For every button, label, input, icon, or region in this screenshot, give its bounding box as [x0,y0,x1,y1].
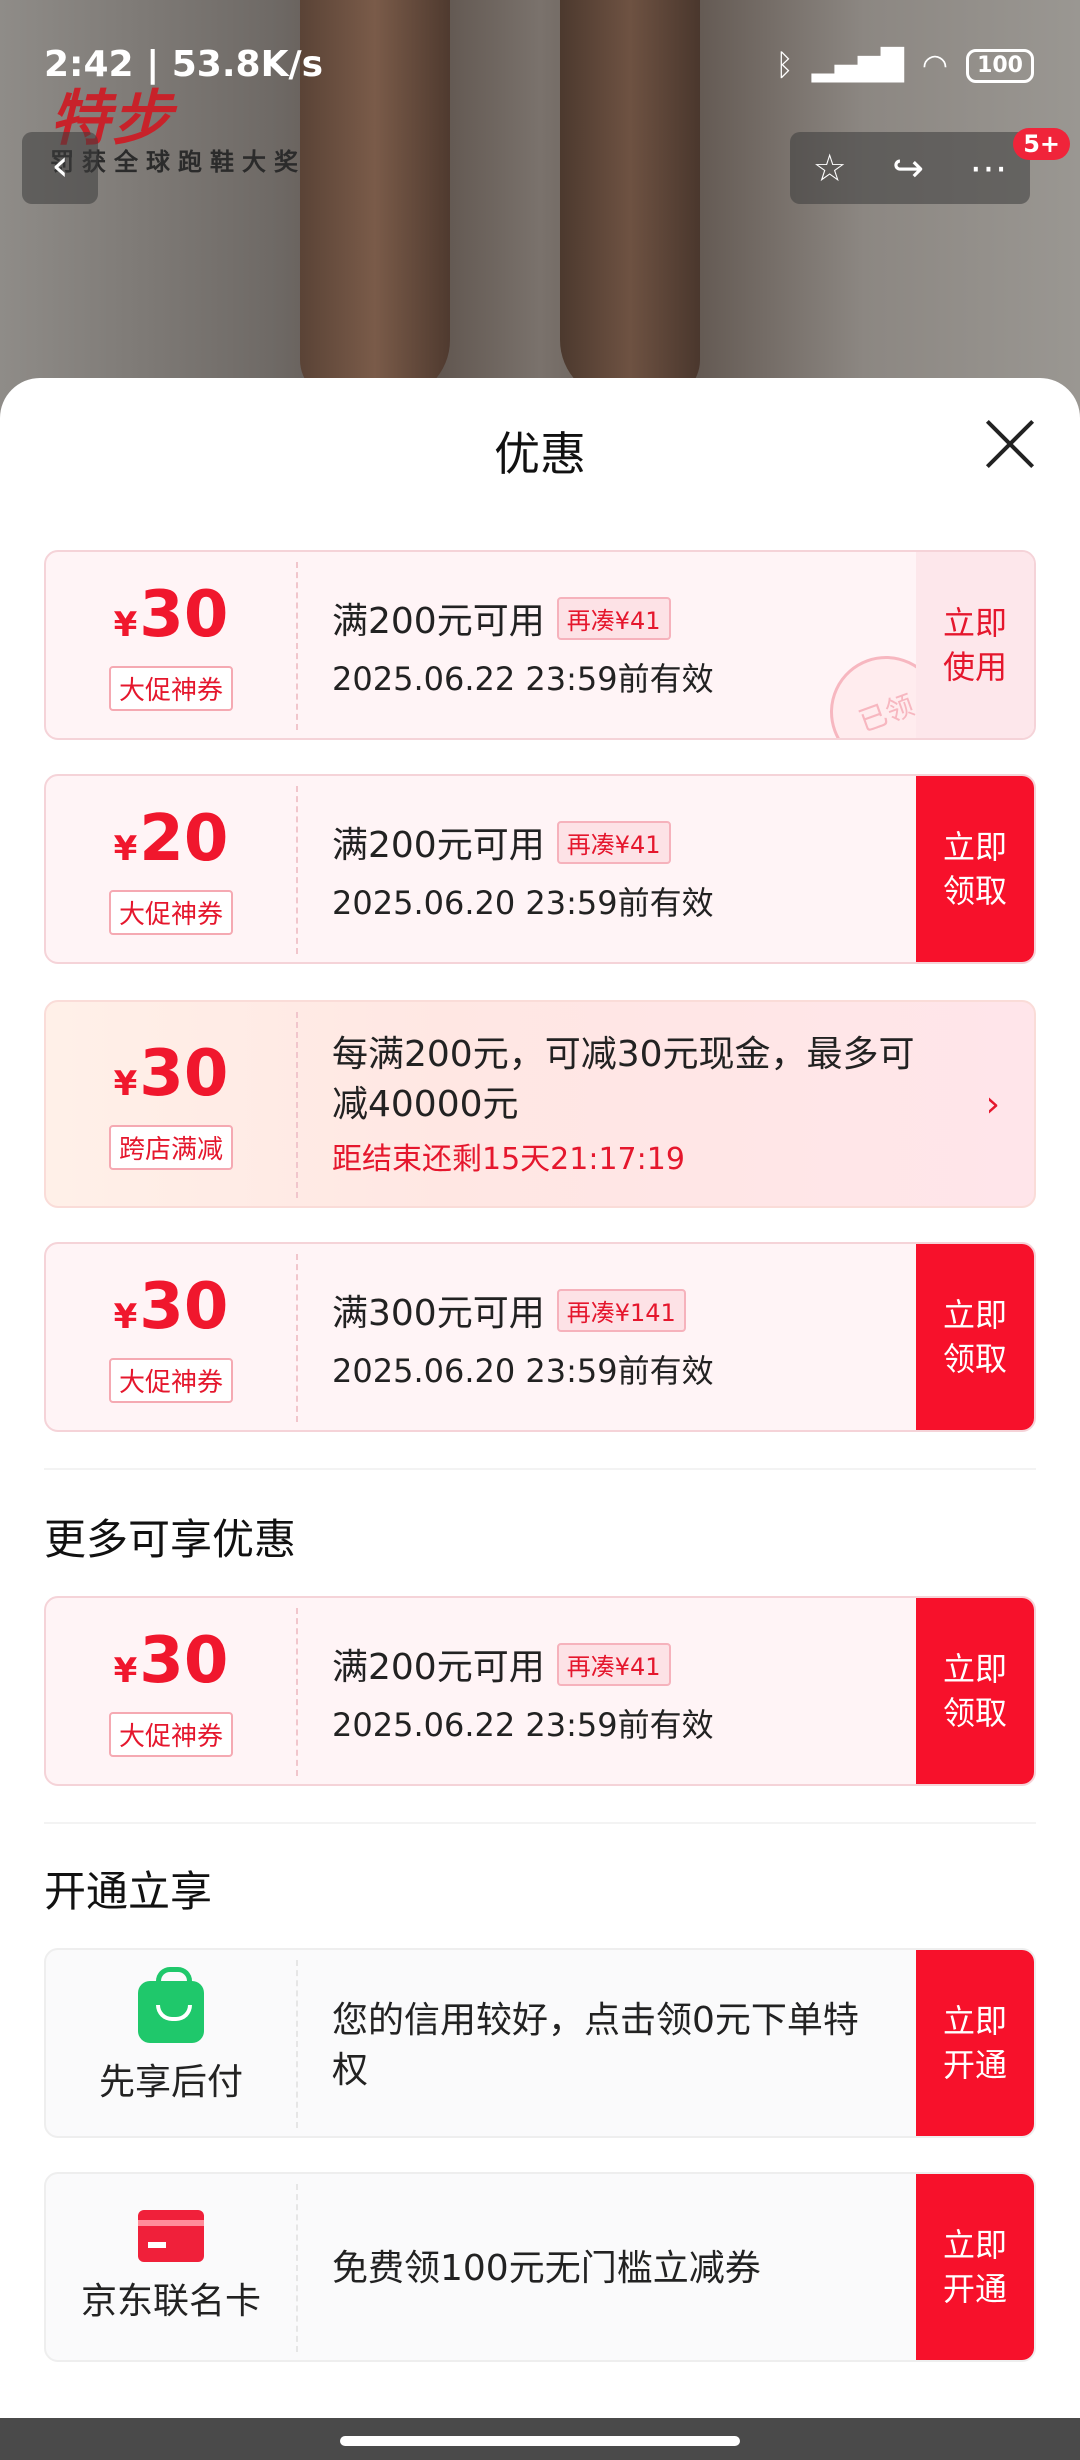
coupon-divider [296,786,298,954]
coupon-divider [296,1608,298,1776]
coupon-tag: 大促神券 [108,889,233,935]
coupon-amount: ¥30 [113,1623,229,1698]
claim-button[interactable]: 立即 领取 [916,1598,1034,1784]
top-action-bar: ☆ ↪ ⋯ [790,132,1030,204]
coupon-expire: 2025.06.22 23:59前有效 [332,660,714,698]
add-more-tag: 再凑¥41 [556,820,671,864]
coupon-amount: ¥20 [113,801,229,876]
coupon-amount: ¥30 [113,1036,229,1111]
service-card-pay-later: 先享后付 您的信用较好，点击领0元下单特权 立即 开通 [44,1948,1036,2138]
coupon-info: 满200元可用 再凑¥41 2025.06.22 23:59前有效 [332,592,904,700]
coupon-amount: ¥30 [113,577,229,652]
chevron-left-icon: ‹ [51,140,69,191]
coupon-info: 满200元可用 再凑¥41 2025.06.22 23:59前有效 [332,1638,904,1746]
signal-icon: ▂▄▆█ [811,48,904,83]
coupon-sheet: 优惠 ¥30 大促神券 满200元可用 再凑¥41 2025.06.22 23:5… [0,378,1080,2418]
service-label: 京东联名卡 [80,2281,261,2322]
sheet-title: 优惠 [494,427,586,481]
back-button[interactable]: ‹ [22,132,98,204]
coupon-tag: 大促神券 [108,1711,233,1757]
battery-icon: 100 [966,48,1034,83]
coupon-expire: 2025.06.20 23:59前有效 [332,884,714,922]
coupon-value: ¥20 大促神券 [46,776,296,962]
coupon-tag: 大促神券 [108,1357,233,1403]
coupon-tag: 跨店满减 [108,1124,233,1170]
message-badge: 5+ [1013,128,1070,160]
coupon-info: 满200元可用 再凑¥41 2025.06.20 23:59前有效 [332,816,904,924]
coupon-card: ¥30 大促神券 满300元可用 再凑¥141 2025.06.20 23:59前… [44,1242,1036,1432]
wifi-icon: ◠ [921,48,949,83]
close-icon[interactable] [984,418,1036,470]
section-title-more-offers: 更多可享优惠 [44,1515,297,1564]
coupon-condition: 满300元可用 [332,1293,545,1334]
section-title-open-benefits: 开通立享 [44,1867,213,1916]
claim-button[interactable]: 立即 领取 [916,776,1034,962]
credit-card-icon [138,2210,204,2262]
shopping-bag-icon [138,1967,204,2043]
coupon-expire: 2025.06.20 23:59前有效 [332,1352,714,1390]
status-bar: 2:42 | 53.8K/s ᛒ ▂▄▆█ ◠ 100 [0,0,1080,130]
coupon-condition: 满200元可用 [332,1647,545,1688]
service-label: 先享后付 [98,2062,243,2103]
divider [44,1822,1036,1824]
use-now-button[interactable]: 立即 使用 [916,552,1034,738]
claim-button[interactable]: 立即 领取 [916,1244,1034,1430]
share-icon[interactable]: ↪ [892,146,924,190]
cross-store-discount-card[interactable]: ¥30 跨店满减 每满200元，可减30元现金，最多可减40000元 距结束还剩… [44,1000,1036,1208]
activate-button[interactable]: 立即 开通 [916,2174,1034,2360]
status-icons: ᛒ ▂▄▆█ ◠ 100 [776,48,1034,83]
coupon-card: ¥30 大促神券 满200元可用 再凑¥41 2025.06.22 23:59前有… [44,1596,1036,1786]
coupon-divider [296,2184,298,2352]
service-card-cobrand-card: 京东联名卡 免费领100元无门槛立减券 立即 开通 [44,2172,1036,2362]
coupon-value: ¥30 跨店满减 [46,1002,296,1206]
coupon-card: ¥20 大促神券 满200元可用 再凑¥41 2025.06.20 23:59前有… [44,774,1036,964]
add-more-tag: 再凑¥41 [556,596,671,640]
coupon-card: ¥30 大促神券 满200元可用 再凑¥41 2025.06.22 23:59前有… [44,550,1036,740]
add-more-tag: 再凑¥41 [556,1642,671,1686]
coupon-value: ¥30 大促神券 [46,1598,296,1784]
coupon-expire: 2025.06.22 23:59前有效 [332,1706,714,1744]
add-more-tag: 再凑¥141 [556,1288,686,1332]
coupon-info: 满300元可用 再凑¥141 2025.06.20 23:59前有效 [332,1284,904,1392]
status-time: 2:42 | 53.8K/s [44,44,324,85]
more-icon[interactable]: ⋯ [969,146,1007,190]
coupon-info: 每满200元，可减30元现金，最多可减40000元 距结束还剩15天21:17:… [332,1030,944,1178]
coupon-amount: ¥30 [113,1269,229,1344]
coupon-divider [296,1254,298,1422]
service-description: 免费领100元无门槛立减券 [332,2248,761,2289]
countdown-timer: 距结束还剩15天21:17:19 [332,1142,685,1177]
service-description: 您的信用较好，点击领0元下单特权 [332,2000,859,2091]
coupon-condition: 满200元可用 [332,601,545,642]
home-indicator[interactable] [340,2436,740,2446]
coupon-value: ¥30 大促神券 [46,1244,296,1430]
discount-description: 每满200元，可减30元现金，最多可减40000元 [332,1034,915,1125]
favorite-star-icon[interactable]: ☆ [813,146,847,190]
chevron-right-icon: › [985,1084,1000,1125]
coupon-tag: 大促神券 [108,665,233,711]
coupon-divider [296,562,298,730]
divider [44,1468,1036,1470]
coupon-value: ¥30 大促神券 [46,552,296,738]
coupon-condition: 满200元可用 [332,825,545,866]
activate-button[interactable]: 立即 开通 [916,1950,1034,2136]
coupon-divider [296,1960,298,2128]
bluetooth-icon: ᛒ [775,48,794,83]
coupon-divider [296,1012,298,1198]
